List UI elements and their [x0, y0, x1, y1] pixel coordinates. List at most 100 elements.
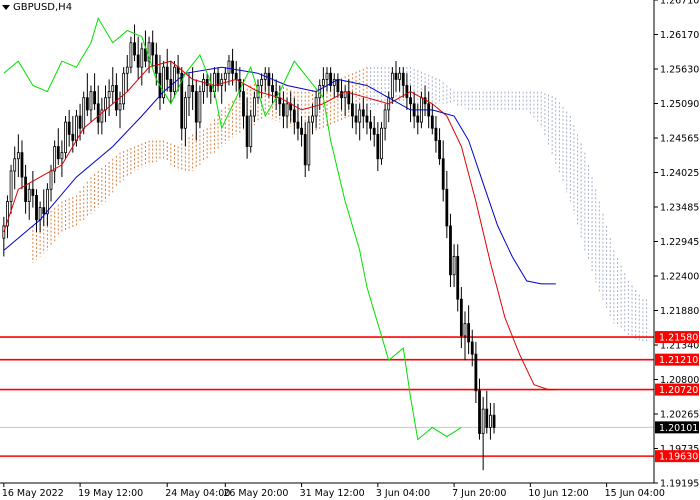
level-price-label: 1.19630 — [659, 452, 698, 463]
candle-body — [478, 390, 481, 434]
candle-body — [438, 140, 441, 160]
time-tick-label: 10 Jun 12:00 — [528, 488, 588, 499]
candle-body — [365, 115, 369, 123]
candle-body — [205, 78, 209, 86]
candle-body — [165, 66, 169, 80]
candle-body — [267, 72, 271, 86]
candle-body — [398, 72, 402, 80]
candle-body — [285, 103, 289, 117]
candle-body — [151, 42, 155, 56]
candle-body — [383, 109, 387, 129]
candle-body — [64, 121, 67, 154]
candle-body — [227, 60, 231, 74]
candle-body — [380, 127, 383, 160]
candle-body — [303, 133, 307, 166]
candle-body — [242, 91, 245, 117]
candle-body — [292, 109, 296, 123]
candle-body — [474, 353, 478, 392]
time-tick-label: 24 May 04:00 — [165, 488, 230, 499]
candlestick-chart[interactable]: 1.26710 1.26170 1.25630 1.25090 1.24565 1.240… — [0, 0, 700, 500]
candle-body — [449, 225, 452, 276]
candle-body — [249, 115, 253, 147]
price-tick-label: 1.26170 — [660, 30, 699, 41]
candle-body — [93, 91, 96, 105]
candle-body — [252, 97, 256, 117]
candle-body — [489, 414, 492, 428]
candle-body — [198, 91, 202, 123]
candle-body — [16, 152, 20, 160]
candle-body — [114, 85, 118, 111]
indicator-lines — [3, 17, 556, 441]
time-tick-label: 15 Jun 04:00 — [605, 488, 665, 499]
candle-body — [376, 133, 380, 160]
candle-body — [361, 109, 365, 117]
candle-body — [111, 85, 115, 92]
candle-body — [75, 115, 78, 141]
candle-body — [129, 42, 133, 68]
candle-body — [463, 323, 467, 337]
candle-body — [122, 72, 126, 105]
price-tick-label: 1.23485 — [660, 203, 699, 214]
candle-body — [445, 188, 449, 227]
candle-body — [390, 72, 394, 99]
candle-body — [307, 121, 311, 166]
level-price-label: 1.20720 — [659, 385, 698, 396]
candle-body — [325, 72, 329, 80]
candle-body — [220, 78, 224, 86]
candle-body — [456, 256, 460, 300]
candle-body — [300, 127, 303, 135]
price-tick-label: 1.19195 — [660, 479, 699, 490]
candle-body — [202, 78, 205, 92]
candle-body — [434, 127, 438, 141]
candle-body — [154, 54, 158, 74]
candle-body — [133, 42, 136, 56]
symbol-title[interactable]: GBPUSD,H4 — [2, 2, 72, 13]
level-price-label: 1.21210 — [659, 355, 698, 366]
candle-body — [78, 115, 82, 129]
candle-body — [53, 146, 57, 172]
candle-body — [296, 121, 300, 129]
candle-body — [452, 256, 456, 276]
candle-body — [271, 85, 274, 92]
candle-body — [71, 133, 75, 141]
candle-body — [481, 408, 485, 434]
candle-body — [209, 85, 213, 92]
candle-body — [140, 48, 144, 68]
symbol-label: GBPUSD,H4 — [13, 2, 73, 13]
candle-body — [20, 152, 24, 178]
price-tick-label: 1.20265 — [660, 410, 699, 421]
candle-body — [183, 97, 187, 129]
candle-body — [459, 298, 463, 337]
candle-body — [42, 207, 46, 215]
price-tick-label: 1.24025 — [660, 168, 699, 179]
candle-body — [354, 115, 358, 123]
candle-body — [234, 72, 238, 80]
candle-body — [347, 91, 351, 105]
candle-body — [38, 207, 42, 221]
candle-body — [369, 121, 372, 129]
candle-body — [223, 72, 227, 80]
price-tick-label: 1.25630 — [660, 65, 699, 76]
time-axis: 16 May 2022 19 May 12:00 24 May 04:0026 Ma… — [2, 483, 665, 499]
candle-body — [485, 408, 489, 428]
candle-body — [231, 60, 234, 74]
candle-body — [372, 127, 376, 135]
candle-body — [470, 341, 474, 355]
price-tick-label: 1.22400 — [660, 272, 699, 283]
candle-body — [107, 91, 111, 99]
candle-body — [311, 115, 314, 123]
candle-body — [358, 109, 362, 123]
candle-body — [245, 115, 249, 147]
candle-body — [321, 78, 325, 86]
candle-body — [31, 188, 35, 196]
candle-body — [118, 103, 122, 111]
price-tick-label: 1.22945 — [660, 237, 699, 248]
candle-body — [194, 91, 198, 123]
triangle-down-icon[interactable] — [2, 5, 10, 10]
candle-body — [340, 91, 343, 99]
candle-body — [82, 97, 86, 129]
price-axis: 1.26710 1.26170 1.25630 1.25090 1.24565 1.240… — [0, 0, 699, 490]
candle-body — [409, 97, 412, 105]
candle-body — [260, 78, 264, 86]
time-tick-label: 3 Jun 04:00 — [376, 488, 430, 499]
